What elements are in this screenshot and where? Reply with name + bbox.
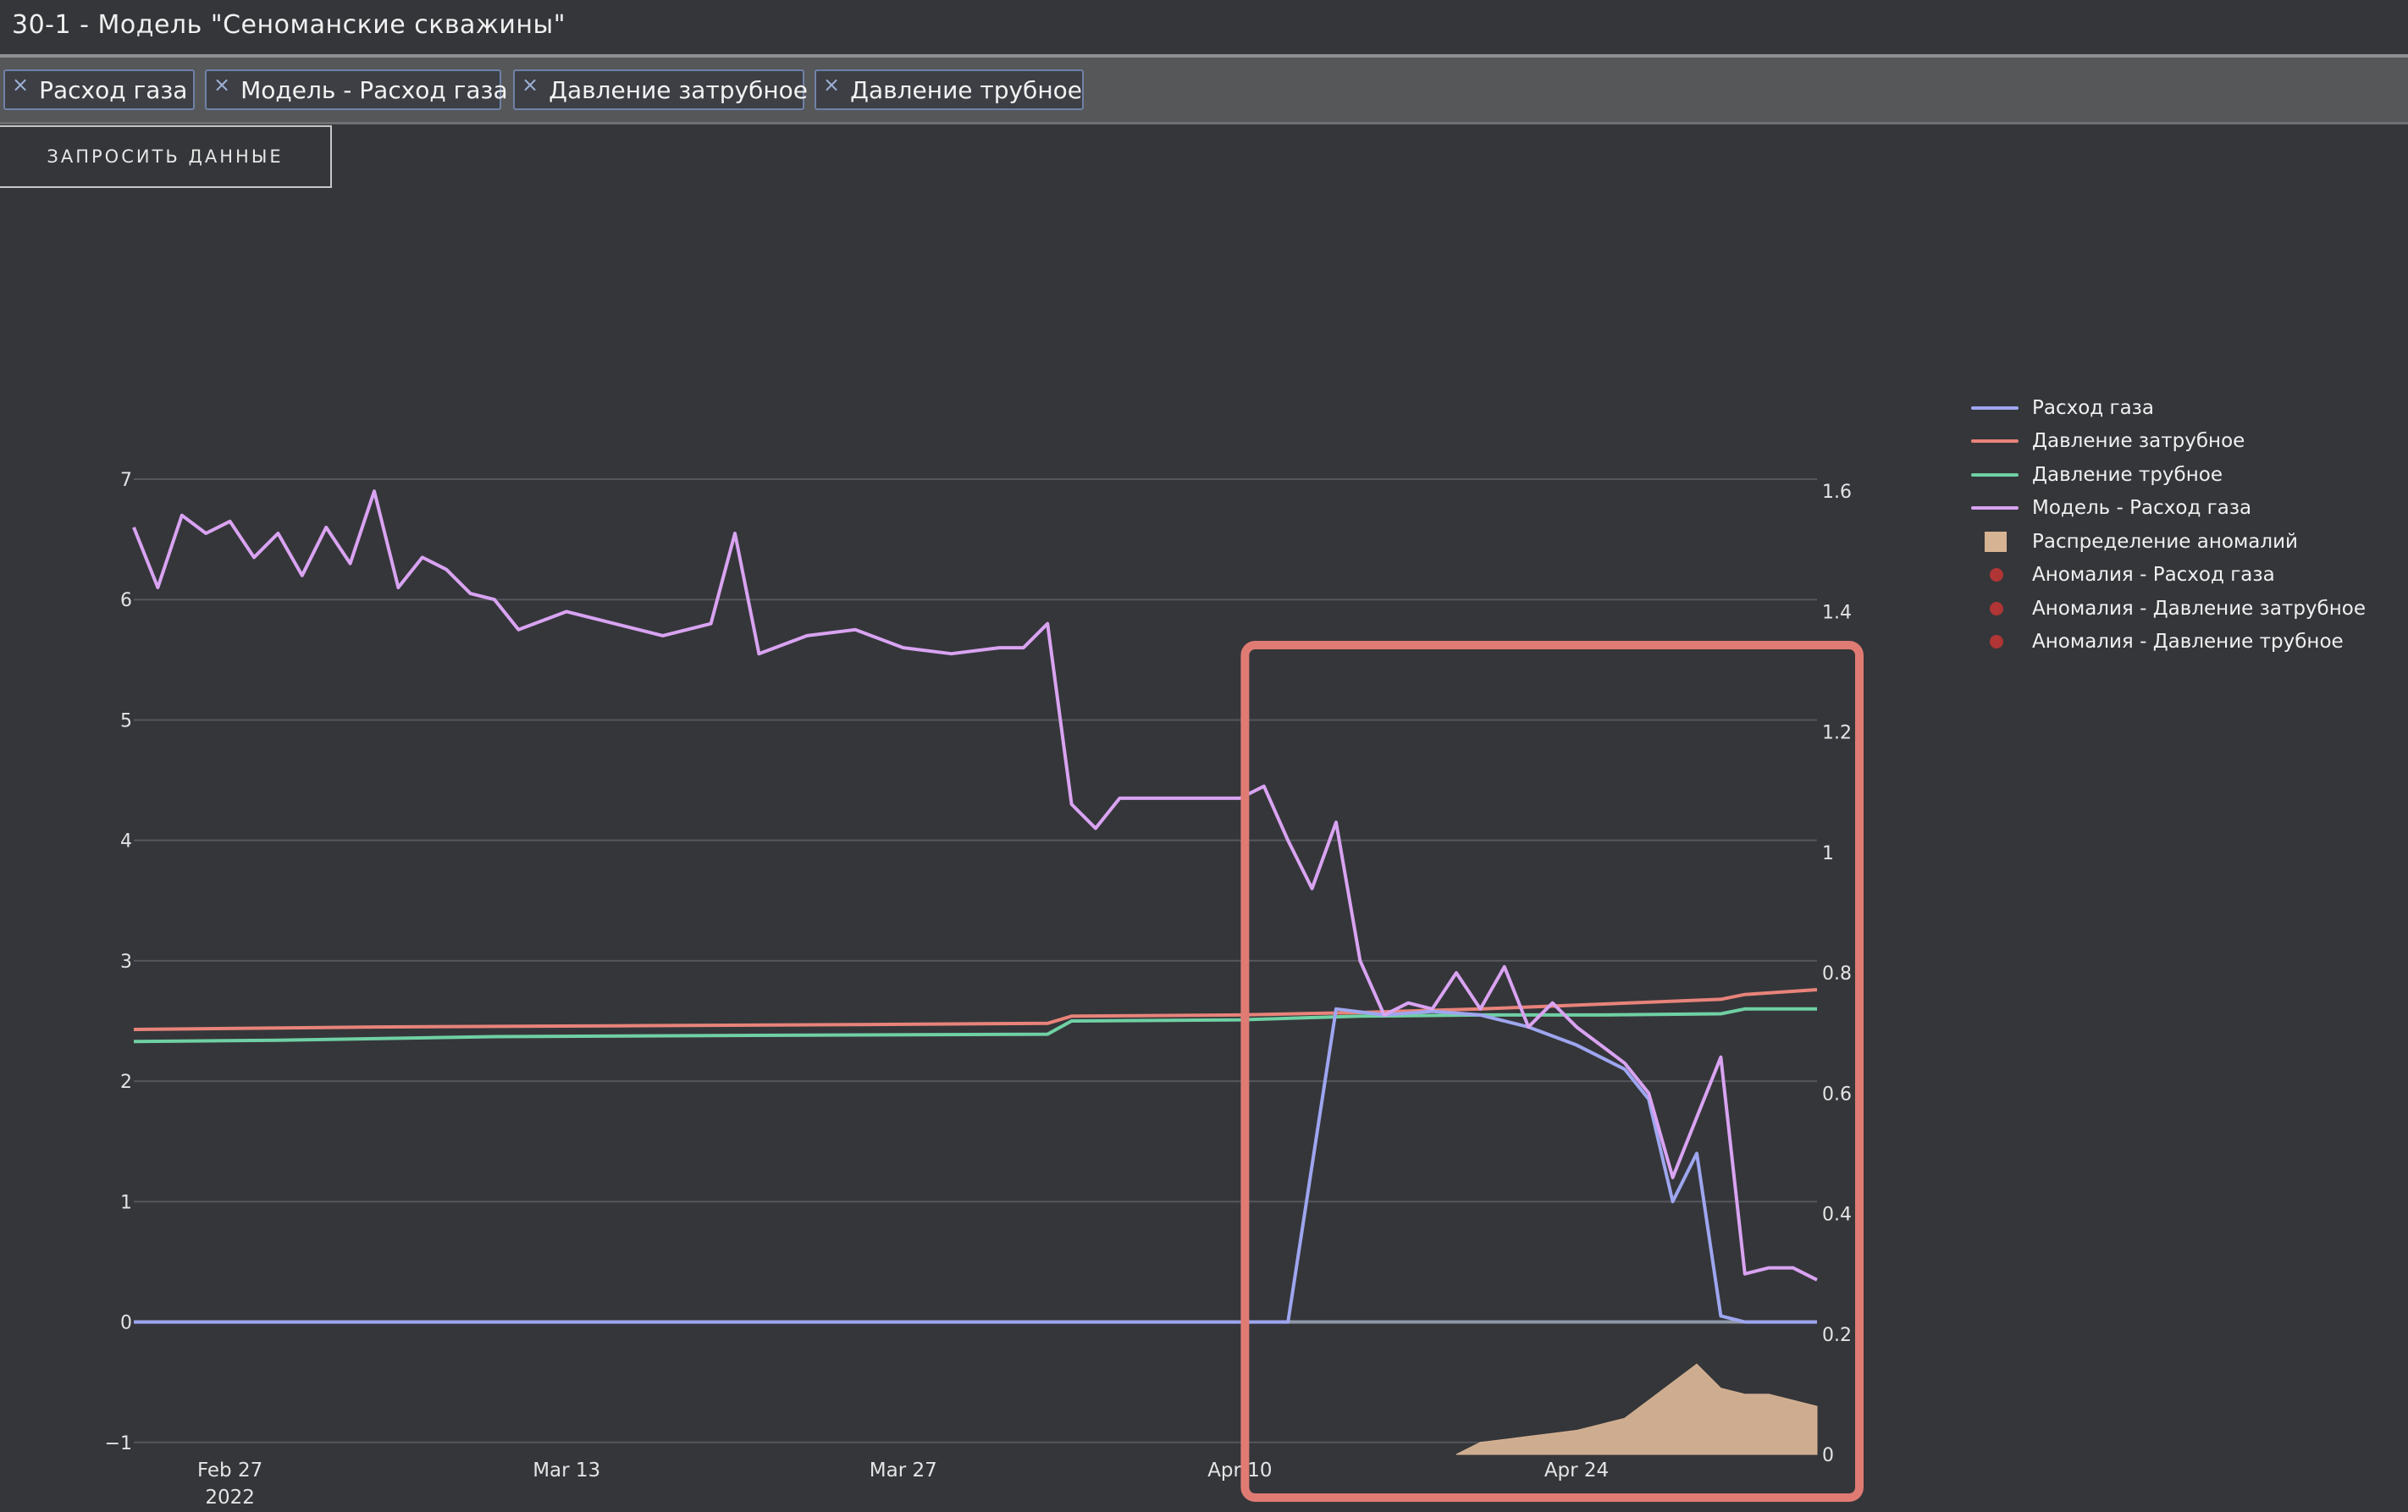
legend-item[interactable]: Аномалия - Давление затрубное — [1964, 592, 2366, 626]
y2-tick-label: 0 — [1822, 1445, 1834, 1466]
legend-dot-swatch — [1964, 597, 2019, 621]
y-tick-label: 3 — [120, 952, 132, 973]
legend-label: Расход газа — [2032, 396, 2155, 419]
y-tick-label: 5 — [120, 710, 132, 731]
y-tick-label: 7 — [120, 470, 132, 491]
legend-item[interactable]: Давление трубное — [1964, 458, 2366, 492]
x-tick-label: Apr 10 — [1207, 1460, 1272, 1482]
legend-label: Модель - Расход газа — [2032, 497, 2252, 520]
legend-label: Аномалия - Давление трубное — [2032, 631, 2344, 654]
y2-tick-label: 0.2 — [1822, 1325, 1852, 1346]
y-tick-label: 0 — [120, 1313, 132, 1334]
y2-tick-label: 0.6 — [1822, 1084, 1852, 1105]
legend-label: Давление затрубное — [2032, 430, 2245, 453]
y-tick-label: −1 — [105, 1433, 132, 1454]
legend-label: Аномалия - Расход газа — [2032, 564, 2275, 587]
legend-item[interactable]: Аномалия - Давление трубное — [1964, 626, 2366, 659]
legend-mark — [1971, 472, 2019, 477]
x-tick-label: Mar 13 — [533, 1460, 600, 1482]
legend-mark — [1990, 635, 2003, 649]
legend-item[interactable]: Распределение аномалий — [1964, 525, 2366, 559]
series-anomaly-distribution — [1455, 1363, 1818, 1455]
y2-tick-label: 1.6 — [1822, 482, 1852, 503]
legend-dot-swatch — [1964, 630, 2019, 654]
y2-tick-label: 1.4 — [1822, 602, 1852, 623]
x-tick-label: Mar 27 — [870, 1460, 937, 1482]
x-tick-label: Apr 24 — [1544, 1460, 1609, 1482]
chart-legend: Расход газа Давление затрубное Давление тр… — [1964, 391, 2366, 659]
legend-item[interactable]: Модель - Расход газа — [1964, 492, 2366, 526]
legend-mark — [1971, 406, 2019, 410]
legend-line-swatch — [1964, 396, 2019, 420]
legend-label: Аномалия - Давление затрубное — [2032, 597, 2366, 620]
legend-mark — [1971, 439, 2019, 444]
legend-box-swatch — [1964, 530, 2019, 554]
legend-item[interactable]: Расход газа — [1964, 391, 2366, 425]
legend-dot-swatch — [1964, 563, 2019, 587]
y-tick-label: 4 — [120, 831, 132, 853]
series-line — [133, 988, 1818, 1031]
legend-mark — [1985, 531, 2007, 552]
legend-item[interactable]: Аномалия - Расход газа — [1964, 559, 2366, 593]
y-tick-label: 1 — [120, 1192, 132, 1213]
series-line — [132, 489, 1818, 1282]
legend-line-swatch — [1964, 496, 2019, 520]
legend-item[interactable]: Давление затрубное — [1964, 425, 2366, 459]
legend-mark — [1990, 568, 2003, 582]
y2-tick-label: 1 — [1822, 843, 1834, 864]
legend-mark — [1990, 601, 2003, 615]
legend-mark — [1971, 506, 2019, 510]
y-tick-label: 2 — [120, 1072, 132, 1093]
legend-line-swatch — [1964, 429, 2019, 453]
x-tick-label: Feb 27 — [197, 1460, 262, 1482]
highlight-frame — [1240, 641, 1864, 1502]
legend-label: Распределение аномалий — [2032, 530, 2298, 553]
x-tick-sublabel: 2022 — [205, 1487, 255, 1509]
y2-tick-label: 1.2 — [1822, 723, 1852, 744]
y-tick-label: 6 — [120, 590, 132, 611]
legend-label: Давление трубное — [2032, 463, 2223, 486]
y2-tick-label: 0.8 — [1822, 963, 1852, 985]
series-line — [134, 1007, 1817, 1324]
timeseries-chart[interactable]: 7 6 5 4 3 2 1 0 −1 1.6 1.4 1.2 1 0.8 0.6 0.4 0.2 0 Feb 27 2… — [0, 0, 2408, 1512]
legend-line-swatch — [1964, 463, 2019, 487]
y2-tick-label: 0.4 — [1822, 1205, 1852, 1226]
